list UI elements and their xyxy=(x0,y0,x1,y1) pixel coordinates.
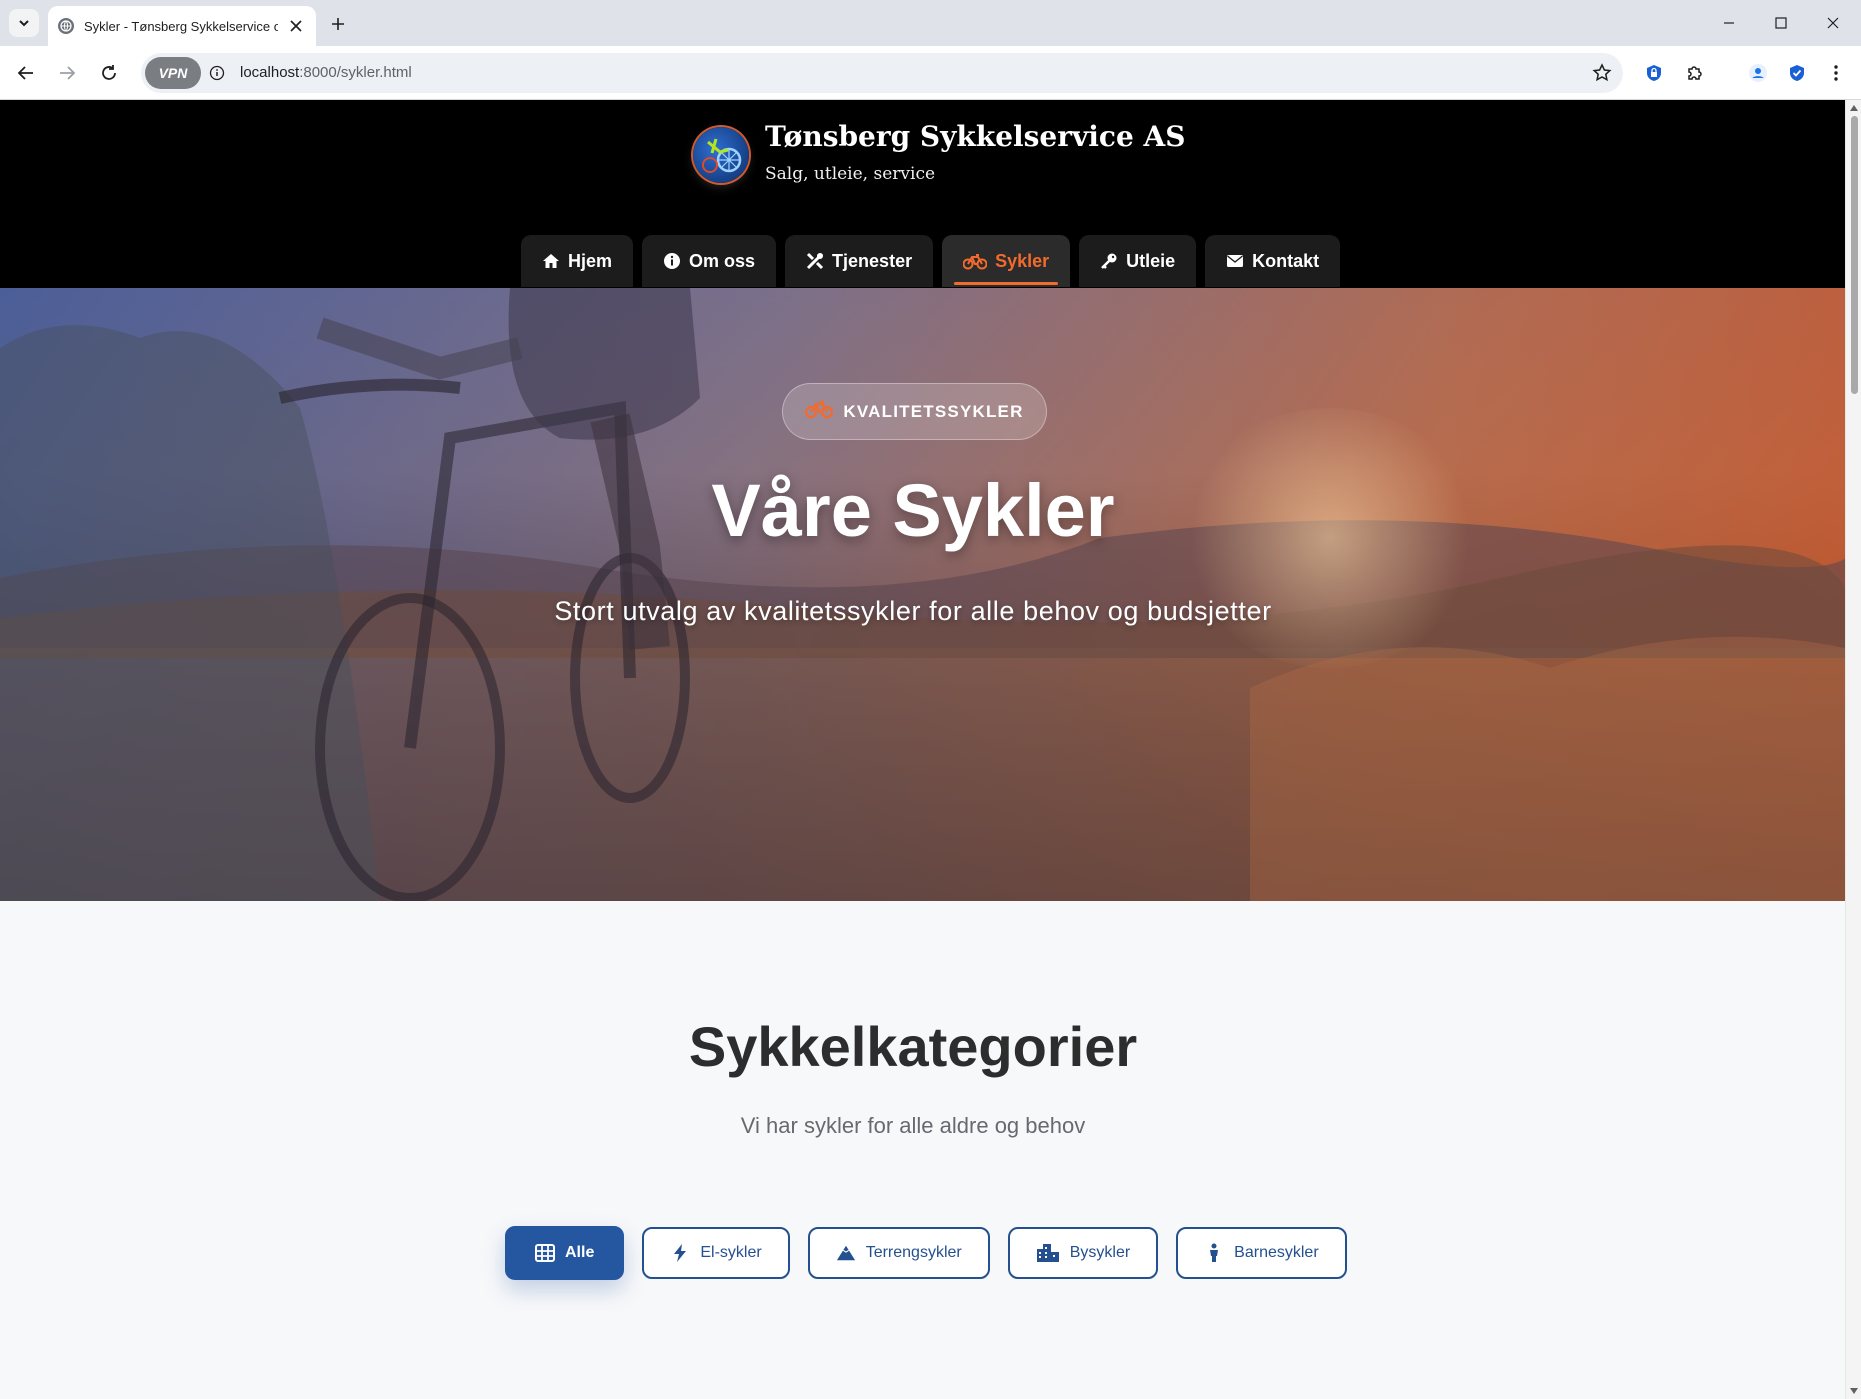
globe-icon xyxy=(58,18,74,34)
bicycle-icon xyxy=(805,399,834,424)
hero-section: KVALITETSSYKLER Våre Sykler Stort utvalg… xyxy=(0,288,1845,901)
close-tab-icon[interactable] xyxy=(286,16,306,36)
nav-item-om-oss[interactable]: Om oss xyxy=(642,235,777,287)
site-info-icon[interactable] xyxy=(207,63,227,83)
browser-tab-bar: Sykler - Tønsberg Sykkelservice og xyxy=(0,0,1861,46)
filter-label: El-sykler xyxy=(700,1244,762,1261)
site-logo[interactable] xyxy=(693,127,749,183)
nav-item-tjenester[interactable]: Tjenester xyxy=(785,235,934,287)
forward-button[interactable] xyxy=(51,57,83,89)
filter-label: Barnesykler xyxy=(1234,1244,1319,1261)
nav-label: Sykler xyxy=(995,250,1050,271)
url-host: localhost xyxy=(240,64,300,81)
bicycle-logo-icon xyxy=(702,138,742,173)
tools-icon xyxy=(806,252,824,270)
scrollbar-thumb[interactable] xyxy=(1851,116,1858,394)
tab-title: Sykler - Tønsberg Sykkelservice og xyxy=(84,18,279,34)
address-bar[interactable]: VPN localhost:8000/sykler.html xyxy=(141,53,1623,93)
nav-label: Kontakt xyxy=(1252,250,1320,271)
scroll-up-arrow-icon[interactable] xyxy=(1849,103,1859,113)
filter-button-terrengsykler[interactable]: Terrengsykler xyxy=(807,1227,990,1279)
browser-toolbar: VPN localhost:8000/sykler.html xyxy=(0,46,1861,100)
nav-item-kontakt[interactable]: Kontakt xyxy=(1205,235,1341,287)
nav-label: Tjenester xyxy=(832,250,913,271)
hero-badge-label: KVALITETSSYKLER xyxy=(843,401,1024,421)
reload-button[interactable] xyxy=(93,57,125,89)
maximize-button[interactable] xyxy=(1759,8,1803,38)
new-tab-button[interactable] xyxy=(326,12,350,36)
filter-button-barnesykler[interactable]: Barnesykler xyxy=(1176,1227,1347,1279)
page-scrollbar[interactable] xyxy=(1845,100,1861,1399)
filter-button-el-sykler[interactable]: El-sykler xyxy=(642,1227,790,1279)
filter-label: Bysykler xyxy=(1069,1244,1131,1261)
nav-label: Hjem xyxy=(568,250,613,271)
hero-subtitle: Stort utvalg av kvalitetssykler for alle… xyxy=(554,596,1272,626)
url-path: :8000/sykler.html xyxy=(299,64,412,81)
maximize-icon xyxy=(1775,17,1787,29)
mountain-icon xyxy=(836,1243,856,1263)
url-text: localhost:8000/sykler.html xyxy=(240,64,412,81)
nav-item-utleie[interactable]: Utleie xyxy=(1079,235,1197,287)
nav-label: Om oss xyxy=(689,250,756,271)
key-icon xyxy=(1100,252,1118,270)
site-header: Tønsberg Sykkelservice AS Salg, utleie, … xyxy=(0,100,1845,288)
info-icon xyxy=(663,252,681,270)
reload-icon xyxy=(102,65,116,80)
back-button[interactable] xyxy=(10,57,42,89)
filter-label: Terrengsykler xyxy=(865,1244,962,1261)
nav-label: Utleie xyxy=(1126,250,1176,271)
hero-badge: KVALITETSSYKLER xyxy=(782,383,1047,440)
hero-cyclist-silhouette xyxy=(278,288,700,901)
browser-tab-active[interactable]: Sykler - Tønsberg Sykkelservice og xyxy=(48,6,316,46)
tab-search-button[interactable] xyxy=(9,9,39,37)
main-navigation: Hjem Om oss Tjenester Sykler Utleie Kont… xyxy=(521,235,1341,287)
scroll-down-arrow-icon[interactable] xyxy=(1849,1386,1859,1396)
menu-kebab-icon[interactable] xyxy=(1822,59,1850,87)
child-icon xyxy=(1204,1243,1224,1263)
vpn-button[interactable]: VPN xyxy=(145,57,201,89)
envelope-icon xyxy=(1226,252,1244,270)
category-filters: Alle El-sykler Terrengsykler Bysykler Ba… xyxy=(505,1225,1347,1281)
extensions-puzzle-icon[interactable] xyxy=(1681,59,1709,87)
categories-title: Sykkelkategorier xyxy=(688,1015,1138,1078)
filter-label: Alle xyxy=(565,1244,595,1261)
bicycle-icon xyxy=(963,252,988,270)
filter-button-bysykler[interactable]: Bysykler xyxy=(1007,1227,1159,1279)
nav-item-hjem[interactable]: Hjem xyxy=(521,235,634,287)
plus-icon xyxy=(332,18,344,30)
bolt-icon xyxy=(670,1243,690,1263)
filter-button-alle[interactable]: Alle xyxy=(505,1226,625,1280)
close-window-button[interactable] xyxy=(1811,8,1855,38)
home-icon xyxy=(542,252,560,270)
profile-avatar-icon[interactable] xyxy=(1744,59,1772,87)
arrow-right-icon xyxy=(60,66,76,80)
page-viewport: Tønsberg Sykkelservice AS Salg, utleie, … xyxy=(0,100,1845,1399)
chevron-down-icon xyxy=(19,20,29,27)
shield-extension-icon[interactable] xyxy=(1783,59,1811,87)
brand-subtitle: Salg, utleie, service xyxy=(765,164,936,184)
arrow-left-icon xyxy=(17,66,33,80)
minimize-button[interactable] xyxy=(1707,8,1751,38)
close-icon xyxy=(1827,17,1839,29)
vpn-extension-icon[interactable] xyxy=(1640,59,1668,87)
nav-item-sykler[interactable]: Sykler xyxy=(942,235,1071,287)
brand-title[interactable]: Tønsberg Sykkelservice AS xyxy=(765,120,1185,153)
minimize-icon xyxy=(1724,22,1734,24)
hero-title: Våre Sykler xyxy=(711,469,1115,552)
bookmark-star-icon[interactable] xyxy=(1591,62,1613,84)
city-icon xyxy=(1036,1243,1060,1263)
categories-subtitle: Vi har sykler for alle aldre og behov xyxy=(740,1113,1086,1138)
grid-icon xyxy=(535,1243,555,1263)
